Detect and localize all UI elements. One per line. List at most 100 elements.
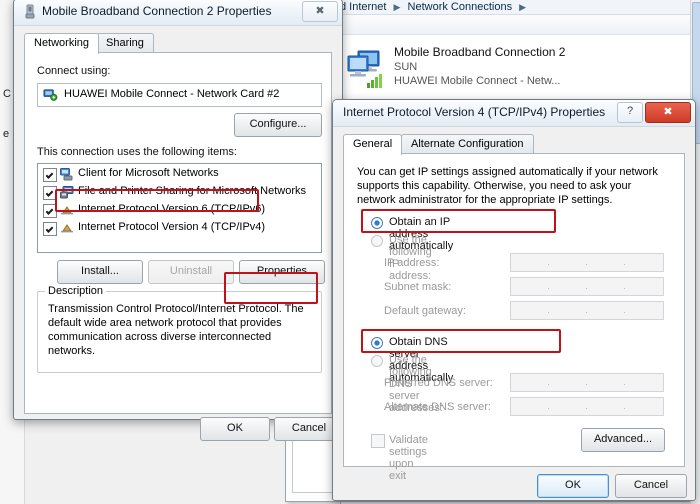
checkbox[interactable] bbox=[43, 222, 57, 236]
network-adapter-icon bbox=[22, 4, 38, 20]
network-card-icon bbox=[43, 87, 58, 105]
help-button[interactable]: ? bbox=[617, 102, 643, 123]
checkbox[interactable] bbox=[43, 168, 57, 182]
ip-dot: . bbox=[623, 377, 626, 388]
close-button[interactable]: ✖ bbox=[645, 102, 691, 123]
ip-dot: . bbox=[623, 281, 626, 292]
checkbox[interactable] bbox=[43, 186, 57, 200]
ip-dot: . bbox=[547, 257, 550, 268]
breadcrumb-item-1[interactable]: Network Connections bbox=[408, 0, 513, 14]
dialog-titlebar[interactable]: Internet Protocol Version 4 (TCP/IPv4) P… bbox=[333, 100, 695, 127]
connection-properties-dialog: Mobile Broadband Connection 2 Properties… bbox=[13, 0, 344, 441]
ip-dot: . bbox=[547, 305, 550, 316]
alternate-dns-field: . . . bbox=[510, 397, 664, 416]
network-items-list[interactable]: Client for Microsoft Networks File and P… bbox=[37, 163, 322, 253]
alternate-dns-label: Alternate DNS server: bbox=[384, 401, 491, 413]
subnet-mask-label: Subnet mask: bbox=[384, 281, 452, 293]
connection-text: Mobile Broadband Connection 2 SUN HUAWEI… bbox=[394, 45, 674, 88]
explorer-toolbar bbox=[341, 15, 700, 35]
tab-label: Alternate Configuration bbox=[411, 138, 524, 150]
radio-use-following-dns[interactable] bbox=[371, 355, 383, 367]
list-item[interactable]: Mobile Broadband Connection 2 SUN HUAWEI… bbox=[346, 45, 676, 95]
list-item-file-printer-sharing[interactable]: File and Printer Sharing for Microsoft N… bbox=[38, 184, 321, 201]
network-computers-icon bbox=[346, 49, 388, 89]
cancel-button[interactable]: Cancel bbox=[615, 474, 687, 498]
ip-dot: . bbox=[585, 281, 588, 292]
tab-general[interactable]: General bbox=[343, 134, 403, 155]
install-button[interactable]: Install... bbox=[57, 260, 143, 284]
list-item-client[interactable]: Client for Microsoft Networks bbox=[38, 166, 321, 183]
radio-obtain-dns-auto[interactable] bbox=[371, 337, 383, 349]
radio-obtain-ip-auto[interactable] bbox=[371, 217, 383, 229]
dialog-title: Internet Protocol Version 4 (TCP/IPv4) P… bbox=[343, 105, 606, 119]
breadcrumb[interactable]: d Internet ▶ Network Connections ▶ bbox=[340, 0, 700, 15]
tab-label: Sharing bbox=[106, 37, 144, 49]
ip-dot: . bbox=[623, 257, 626, 268]
ip-dot: . bbox=[623, 401, 626, 412]
checkbox[interactable] bbox=[43, 204, 57, 218]
properties-button[interactable]: Properties bbox=[239, 260, 325, 284]
tab-strip: Networking Sharing bbox=[24, 33, 332, 54]
checkbox-validate-settings[interactable] bbox=[371, 434, 385, 448]
close-icon: ✖ bbox=[663, 106, 673, 118]
client-network-icon bbox=[60, 168, 74, 181]
tab-networking[interactable]: Networking bbox=[24, 33, 100, 54]
item-label: Internet Protocol Version 6 (TCP/IPv6) bbox=[78, 203, 266, 215]
tab-alternate-configuration[interactable]: Alternate Configuration bbox=[401, 134, 534, 154]
ip-dot: . bbox=[547, 401, 550, 412]
ip-dot: . bbox=[547, 281, 550, 292]
item-label: Client for Microsoft Networks bbox=[78, 167, 219, 179]
protocol-icon bbox=[60, 204, 74, 217]
dialog-titlebar[interactable]: Mobile Broadband Connection 2 Properties… bbox=[14, 0, 342, 26]
list-item-ipv4[interactable]: Internet Protocol Version 4 (TCP/IPv4) bbox=[38, 220, 321, 237]
configure-button[interactable]: Configure... bbox=[234, 113, 322, 137]
ip-dot: . bbox=[585, 257, 588, 268]
description-group: Description Transmission Control Protoco… bbox=[37, 285, 322, 373]
connection-name: Mobile Broadband Connection 2 bbox=[394, 45, 566, 59]
adapter-field: HUAWEI Mobile Connect - Network Card #2 bbox=[37, 83, 322, 107]
advanced-button[interactable]: Advanced... bbox=[581, 428, 665, 452]
item-label: File and Printer Sharing for Microsoft N… bbox=[78, 185, 307, 197]
adapter-name: HUAWEI Mobile Connect - Network Card #2 bbox=[64, 88, 280, 100]
validate-settings-label: Validate settings upon exit bbox=[389, 434, 428, 482]
printer-sharing-icon bbox=[60, 186, 74, 199]
connect-using-label: Connect using: bbox=[37, 65, 111, 77]
tab-label: General bbox=[353, 138, 393, 150]
uninstall-button: Uninstall bbox=[148, 260, 234, 284]
close-button[interactable]: ✖ bbox=[302, 1, 338, 22]
description-title: Description bbox=[45, 285, 107, 297]
preferred-dns-label: Preferred DNS server: bbox=[384, 377, 493, 389]
default-gateway-field: . . . bbox=[510, 301, 664, 320]
help-icon: ? bbox=[626, 105, 634, 117]
ip-dot: . bbox=[585, 305, 588, 316]
protocol-icon bbox=[60, 222, 74, 235]
ip-address-label: IP address: bbox=[384, 257, 440, 269]
ok-button[interactable]: OK bbox=[537, 474, 609, 498]
breadcrumb-separator-icon: ▶ bbox=[393, 2, 401, 12]
close-icon: ✖ bbox=[315, 5, 325, 17]
connection-device: HUAWEI Mobile Connect - Netw... bbox=[394, 75, 561, 87]
preferred-dns-field: . . . bbox=[510, 373, 664, 392]
default-gateway-label: Default gateway: bbox=[384, 305, 466, 317]
ip-address-field: . . . bbox=[510, 253, 664, 272]
nav-ghost-text: C bbox=[3, 88, 11, 100]
tab-sharing[interactable]: Sharing bbox=[96, 33, 154, 53]
ip-dot: . bbox=[547, 377, 550, 388]
tab-label: Networking bbox=[34, 37, 90, 49]
tab-strip: General Alternate Configuration bbox=[343, 134, 685, 155]
intro-text: You can get IP settings assigned automat… bbox=[357, 166, 658, 206]
ok-button[interactable]: OK bbox=[200, 417, 270, 441]
ipv4-properties-dialog: Internet Protocol Version 4 (TCP/IPv4) P… bbox=[332, 99, 696, 501]
nav-ghost-text: e bbox=[3, 128, 10, 140]
radio-use-following-ip[interactable] bbox=[371, 235, 383, 247]
ip-dot: . bbox=[623, 305, 626, 316]
subnet-mask-field: . . . bbox=[510, 277, 664, 296]
dialog-body: Networking Sharing Connect using: HUAWEI… bbox=[14, 25, 344, 441]
dialog-body: General Alternate Configuration You can … bbox=[333, 126, 695, 500]
description-text: Transmission Control Protocol/Internet P… bbox=[48, 303, 304, 357]
ip-dot: . bbox=[585, 401, 588, 412]
networking-tab-panel: Connect using: HUAWEI Mobile Connect - N… bbox=[24, 52, 332, 414]
breadcrumb-item-0[interactable]: d Internet bbox=[340, 0, 386, 14]
dialog-title: Mobile Broadband Connection 2 Properties bbox=[42, 4, 272, 18]
list-item-ipv6[interactable]: Internet Protocol Version 6 (TCP/IPv6) bbox=[38, 202, 321, 219]
